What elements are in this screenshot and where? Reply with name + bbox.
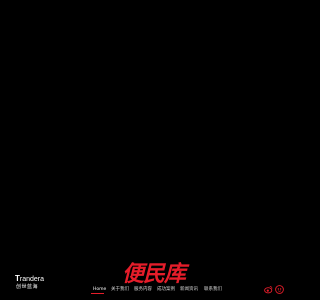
logo-wordmark-rest: randera — [19, 276, 45, 283]
wechat-icon[interactable] — [275, 285, 284, 294]
logo-wordmark: Trandera — [15, 274, 44, 284]
nav-item-services[interactable]: 服务内容 — [134, 287, 152, 293]
nav-active-indicator — [91, 293, 104, 294]
nav-item-about[interactable]: 关于我们 — [111, 287, 129, 293]
brand-logo[interactable]: Trandera 创世蓝海 — [15, 274, 51, 296]
weibo-icon[interactable] — [264, 285, 273, 294]
logo-subtitle: 创世蓝海 — [16, 284, 39, 290]
page: Trandera 创世蓝海 便民库 Home 关于我们 服务内容 成功案例 新闻… — [0, 0, 300, 300]
nav-item-contact[interactable]: 联系我们 — [204, 287, 222, 293]
footer-nav: Home 关于我们 服务内容 成功案例 新闻资讯 联系我们 — [91, 284, 241, 298]
nav-item-news[interactable]: 新闻资讯 — [180, 287, 198, 293]
nav-item-cases[interactable]: 成功案例 — [157, 287, 175, 293]
